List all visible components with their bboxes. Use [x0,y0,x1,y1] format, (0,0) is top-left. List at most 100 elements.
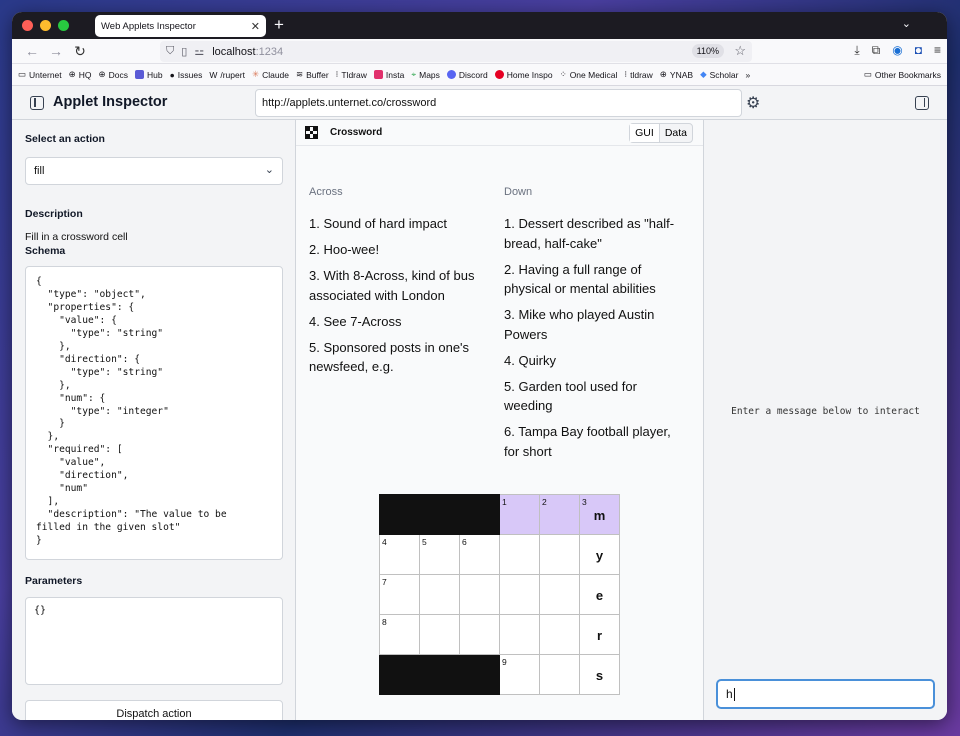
grid-cell[interactable] [499,534,540,575]
bookmark-item[interactable]: Home Inspo [494,70,553,80]
across-clues: Across 1. Sound of hard impact 2. Hoo-we… [309,186,504,468]
grid-cell-black [379,654,420,695]
hub-icon [135,70,145,79]
grid-cell[interactable] [539,534,580,575]
bookmark-item[interactable]: ⊕ HQ [69,69,92,80]
bookmark-star-icon[interactable]: ☆ [734,43,746,59]
bookmark-item[interactable]: W/rupert [209,70,245,80]
grid-cell[interactable] [459,614,500,655]
close-tab-icon[interactable]: ✕ [251,20,260,33]
shield-icon[interactable]: ⛉ [166,45,174,58]
bookmark-item[interactable]: ≋ Buffer [296,69,329,80]
grid-row: 9s [379,654,620,695]
grid-cell[interactable]: s [579,654,620,695]
permissions-icon[interactable]: ⚍ [194,45,204,58]
down-heading: Down [504,186,533,198]
applet-title: Crossword [330,127,383,138]
bookmark-item[interactable]: Insta [373,70,404,80]
grid-cell[interactable]: 2 [539,494,580,535]
browser-tab[interactable]: Web Applets Inspector ✕ [95,15,266,37]
reload-icon[interactable]: ↻ [68,43,92,60]
description-label: Description [25,208,83,220]
close-window-button[interactable] [22,20,33,31]
password-manager-icon[interactable]: ◉ [892,43,902,58]
grid-cell[interactable] [539,614,580,655]
grid-cell[interactable]: e [579,574,620,615]
bookmark-item[interactable]: Hub [135,70,163,80]
grid-cell[interactable] [539,574,580,615]
bookmark-item[interactable]: ⁝ tldraw [624,69,652,80]
app-header: Applet Inspector http://applets.unternet… [12,86,947,120]
grid-cell[interactable] [499,614,540,655]
schema-label: Schema [25,245,66,257]
menu-icon[interactable]: ≡ [934,43,941,58]
grid-cell[interactable]: 3m [579,494,620,535]
grid-cell[interactable]: 5 [419,534,460,575]
across-clue: 2. Hoo-wee! [309,242,380,257]
globe-icon: ⊕ [659,69,667,79]
extension-icon[interactable]: ◘ [915,43,922,58]
address-bar[interactable]: ⛉ ▯ ⚍ localhost:1234 110% ☆ [160,41,752,62]
across-heading: Across [309,186,343,198]
forward-icon[interactable]: → [44,43,68,59]
crossword-grid: 1 23m 456 y 7 e 8 r9s [379,494,620,695]
download-icon[interactable]: ⤓ [854,43,859,58]
window-controls [22,20,69,31]
applet-url-input[interactable]: http://applets.unternet.co/crossword [255,89,742,117]
gear-icon[interactable]: ⚙ [746,93,760,113]
down-clue: 6. Tampa Bay football player, for short [504,424,671,459]
schema-view: { "type": "object", "properties": { "val… [25,266,283,560]
grid-cell[interactable] [419,574,460,615]
other-bookmarks[interactable]: ▭ Other Bookmarks [864,69,941,80]
message-input[interactable]: h [716,679,935,709]
across-clue: 5. Sponsored posts in one's newsfeed, e.… [309,339,470,375]
bookmark-item[interactable]: ● Issues [170,70,203,80]
down-clue: 4. Quirky [504,352,557,368]
more-bookmarks-icon[interactable]: » [745,70,750,80]
sidebar-toggle-icon[interactable] [30,96,44,110]
bookmark-item[interactable]: ⁝ Tldraw [336,69,367,80]
scholar-icon: ◆ [700,69,707,79]
grid-cell[interactable]: 8 [379,614,420,655]
parameters-input[interactable]: {} [25,597,283,685]
grid-cell[interactable]: y [579,534,620,575]
grid-cell[interactable] [419,614,460,655]
globe-icon: ⊕ [98,69,106,79]
bookmark-item[interactable]: Discord [446,70,488,80]
bookmark-item[interactable]: ⁘ One Medical [560,69,618,80]
maximize-window-button[interactable] [58,20,69,31]
bookmark-item[interactable]: ✳ Claude [252,69,289,80]
grid-cell[interactable] [539,654,580,695]
grid-cell[interactable]: 9 [499,654,540,695]
grid-cell[interactable]: 6 [459,534,500,575]
action-select[interactable]: fill ⌄ [25,157,283,185]
data-tab[interactable]: Data [660,124,692,142]
bookmark-item[interactable]: ⌖ Maps [411,69,440,80]
minimize-window-button[interactable] [40,20,51,31]
applet-header: Crossword GUI Data [296,120,703,146]
github-icon: ● [169,69,175,80]
tab-list-chevron-icon[interactable]: ⌄ [902,17,911,30]
panel-toggle-icon[interactable] [915,96,929,110]
pinterest-icon [494,70,504,79]
grid-cell[interactable]: 7 [379,574,420,615]
new-tab-icon[interactable]: + [274,15,284,35]
gui-tab[interactable]: GUI [630,124,660,142]
bookmark-item[interactable]: ▭ Unternet [18,69,62,80]
bookmark-item[interactable]: ⊕ YNAB [660,69,693,80]
extensions-icon[interactable]: ⧉ [872,43,881,58]
grid-cell[interactable]: r [579,614,620,655]
back-icon[interactable]: ← [20,43,44,59]
zoom-badge[interactable]: 110% [691,44,724,58]
cell-number: 1 [502,497,507,507]
grid-cell[interactable] [459,574,500,615]
grid-cell[interactable] [499,574,540,615]
nav-bar: ← → ↻ ⛉ ▯ ⚍ localhost:1234 110% ☆ ⤓ ⧉ ◉ … [12,39,947,64]
cell-number: 8 [382,617,387,627]
bookmark-item[interactable]: ◆ Scholar [700,69,738,80]
bookmarks-bar: ▭ Unternet ⊕ HQ ⊕ Docs Hub ● Issues W/rupert… [12,64,947,86]
dispatch-action-button[interactable]: Dispatch action [25,700,283,720]
grid-cell[interactable]: 1 [499,494,540,535]
bookmark-item[interactable]: ⊕ Docs [99,69,129,80]
grid-cell[interactable]: 4 [379,534,420,575]
